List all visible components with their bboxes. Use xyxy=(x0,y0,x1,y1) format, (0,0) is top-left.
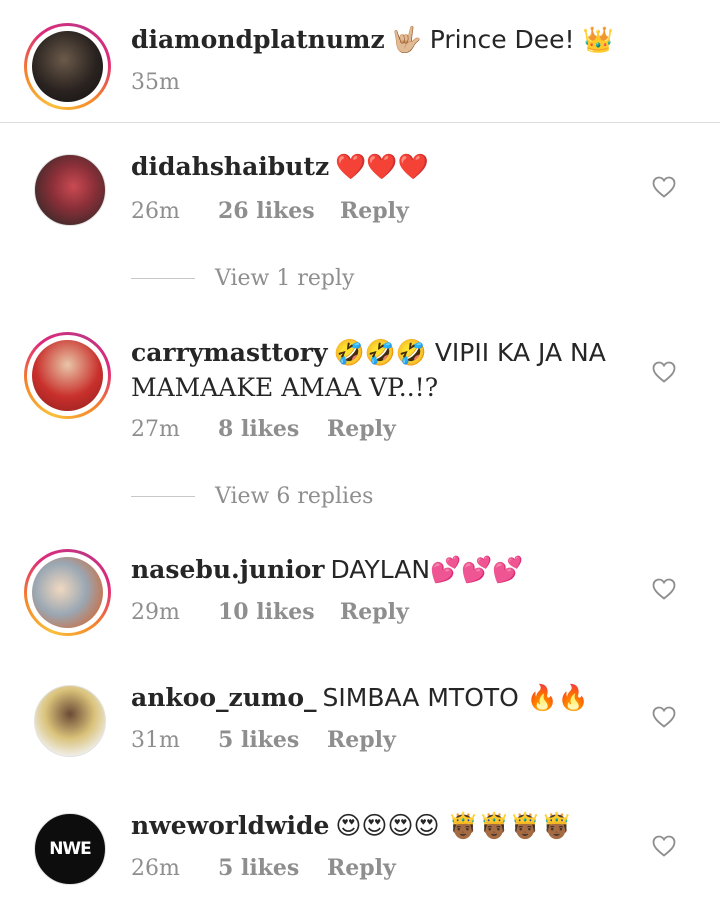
avatar-ring-carrymasttory[interactable] xyxy=(24,332,111,419)
comment-text: 🤣🤣🤣 VIPII KA JA NA xyxy=(333,338,606,367)
avatar-nweworldwide[interactable]: NWE xyxy=(34,813,106,885)
comment-meta: 29m 10 likes Reply xyxy=(131,599,409,625)
comment-likes[interactable]: 26 likes xyxy=(218,198,340,224)
comment-text-continued: MAMAAKE AMAA VP..!? xyxy=(131,370,438,406)
comment-likes[interactable]: 5 likes xyxy=(218,855,327,881)
view-replies-line xyxy=(131,496,195,497)
comment-text: SIMBAA MTOTO 🔥🔥 xyxy=(322,683,590,712)
view-replies-label: View 6 replies xyxy=(215,484,374,509)
comment-username[interactable]: nasebu.junior xyxy=(131,555,324,584)
comment-username[interactable]: diamondplatnumz xyxy=(131,25,385,54)
comment-nasebu-junior: nasebu.junior DAYLAN💕💕💕 xyxy=(131,552,523,588)
avatar-nasebu-junior xyxy=(32,557,103,628)
comment-nweworldwide: nweworldwide 😍😍😍😍 🤴🏾🤴🏾🤴🏾🤴🏾 xyxy=(131,808,572,844)
comment-likes[interactable]: 8 likes xyxy=(218,416,327,442)
caption-divider xyxy=(0,122,720,123)
comment-likes[interactable]: 10 likes xyxy=(218,599,340,625)
comment-diamondplatnumz: diamondplatnumz 🤟🏼 Prince Dee! 👑 xyxy=(131,22,614,58)
comment-username[interactable]: carrymasttory xyxy=(131,338,327,367)
comment-username[interactable]: ankoo_zumo_ xyxy=(131,683,317,712)
comment-meta: 35m xyxy=(131,70,180,95)
comment-time: 29m xyxy=(131,600,180,625)
avatar-ring-nasebu-junior[interactable] xyxy=(24,549,111,636)
view-replies-button[interactable]: View 1 reply xyxy=(131,266,354,291)
view-replies-line xyxy=(131,278,195,279)
comment-username[interactable]: didahshaibutz xyxy=(131,152,329,181)
avatar-carrymasttory xyxy=(32,340,103,411)
heart-outline-icon[interactable] xyxy=(652,835,676,857)
reply-button[interactable]: Reply xyxy=(327,727,396,753)
comment-time: 26m xyxy=(131,856,180,881)
view-replies-button[interactable]: View 6 replies xyxy=(131,484,373,509)
comment-meta: 26m 26 likes Reply xyxy=(131,198,409,224)
reply-button[interactable]: Reply xyxy=(327,855,396,881)
avatar-didahshaibutz[interactable] xyxy=(34,154,106,226)
avatar-ankoo-zumo[interactable] xyxy=(34,685,106,757)
comment-text: MAMAAKE AMAA VP..!? xyxy=(131,373,439,402)
comment-meta: 26m 5 likes Reply xyxy=(131,855,396,881)
heart-outline-icon[interactable] xyxy=(652,578,676,600)
comment-time: 27m xyxy=(131,417,180,442)
comment-didahshaibutz: didahshaibutz ❤️❤️❤️ xyxy=(131,149,429,185)
reply-button[interactable]: Reply xyxy=(340,198,409,224)
comment-username[interactable]: nweworldwide xyxy=(131,811,329,840)
view-replies-label: View 1 reply xyxy=(215,266,355,291)
avatar-diamondplatnumz xyxy=(32,31,103,102)
comment-text: 🤟🏼 Prince Dee! 👑 xyxy=(390,25,614,54)
comment-text: ❤️❤️❤️ xyxy=(335,152,429,181)
reply-button[interactable]: Reply xyxy=(340,599,409,625)
comment-time: 26m xyxy=(131,199,180,224)
comment-meta: 27m 8 likes Reply xyxy=(131,416,396,442)
comment-meta: 31m 5 likes Reply xyxy=(131,727,396,753)
comment-carrymasttory: carrymasttory 🤣🤣🤣 VIPII KA JA NA xyxy=(131,335,606,371)
comment-likes[interactable]: 5 likes xyxy=(218,727,327,753)
comment-text: 😍😍😍😍 🤴🏾🤴🏾🤴🏾🤴🏾 xyxy=(335,811,573,840)
avatar-ring-diamondplatnumz[interactable] xyxy=(24,23,111,110)
reply-button[interactable]: Reply xyxy=(327,416,396,442)
comment-text: DAYLAN💕💕💕 xyxy=(330,555,524,584)
comment-time: 31m xyxy=(131,728,180,753)
nwe-logo: NWE xyxy=(49,839,92,859)
heart-outline-icon[interactable] xyxy=(652,361,676,383)
comment-ankoo-zumo: ankoo_zumo_ SIMBAA MTOTO 🔥🔥 xyxy=(131,680,589,716)
heart-outline-icon[interactable] xyxy=(652,706,676,728)
comment-time: 35m xyxy=(131,70,180,95)
heart-outline-icon[interactable] xyxy=(652,176,676,198)
